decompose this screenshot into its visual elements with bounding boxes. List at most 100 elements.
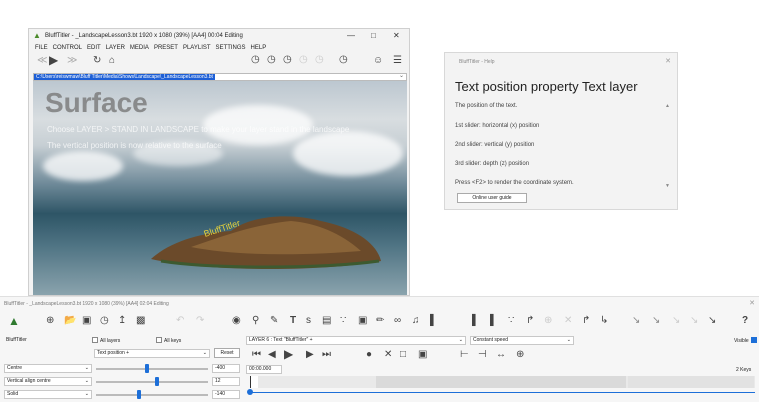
- key-move-icon[interactable]: ⊕: [516, 349, 524, 361]
- close-button[interactable]: ✕: [393, 31, 400, 40]
- speed-dropdown[interactable]: Constant speed ⌄: [470, 336, 574, 345]
- minimize-button[interactable]: —: [347, 31, 355, 40]
- paste-key-icon[interactable]: ▣: [418, 349, 427, 361]
- audio-icon[interactable]: ♫: [412, 315, 420, 327]
- delete-layer-icon[interactable]: ✕: [564, 315, 572, 327]
- all-keys-checkbox[interactable]: [156, 337, 162, 343]
- refresh-icon[interactable]: ↻: [93, 55, 101, 67]
- redo-icon[interactable]: ↷: [196, 315, 204, 327]
- all-layers-checkbox[interactable]: [92, 337, 98, 343]
- menu-playlist[interactable]: PLAYLIST: [183, 45, 211, 51]
- play-icon[interactable]: ▶: [49, 54, 58, 66]
- align-dropdown-2[interactable]: Vertical align centre ⌄: [4, 377, 92, 386]
- picture-layer-icon[interactable]: ▤: [322, 315, 331, 327]
- clock-icon[interactable]: ◷: [100, 315, 109, 327]
- layer-down-icon[interactable]: ▌: [472, 315, 479, 327]
- help-close-button[interactable]: ✕: [665, 57, 671, 65]
- align-icon-2[interactable]: ↳: [600, 315, 608, 327]
- visible-checkbox[interactable]: [751, 337, 757, 343]
- path-field[interactable]: C:\Users\reiswmaw\Bluff Titler\Media\Sho…: [33, 73, 407, 81]
- parent-icon[interactable]: ∵: [508, 315, 514, 327]
- next-key-icon[interactable]: ▶: [306, 349, 314, 361]
- x-slider-track[interactable]: [96, 368, 208, 370]
- go-to-end-icon[interactable]: ⏭: [322, 349, 331, 361]
- delete-key-icon[interactable]: ✕: [384, 349, 392, 361]
- menu-control[interactable]: CONTROL: [53, 45, 82, 51]
- menu-preset[interactable]: PRESET: [154, 45, 178, 51]
- y-slider-track[interactable]: [96, 381, 208, 383]
- layer-name-field[interactable]: BluffTitler: [4, 337, 90, 346]
- camera-icon[interactable]: ◉: [232, 315, 241, 327]
- open-icon[interactable]: 📂: [64, 315, 76, 327]
- time-slider-track[interactable]: [250, 392, 755, 393]
- layer-up-icon[interactable]: ▌: [490, 315, 497, 327]
- property-dropdown[interactable]: Text position + ⌄: [94, 349, 210, 358]
- child-icon[interactable]: ↱: [526, 315, 534, 327]
- previous-icon[interactable]: ≪: [37, 55, 47, 67]
- align-icon-1[interactable]: ↱: [582, 315, 590, 327]
- timer-2-icon[interactable]: ◷: [267, 54, 276, 66]
- film-icon[interactable]: ▩: [136, 315, 145, 327]
- x-slider-thumb[interactable]: [144, 364, 149, 373]
- align-dropdown-1[interactable]: Centre ⌄: [4, 364, 92, 373]
- link-icon[interactable]: ∞: [394, 315, 401, 327]
- key-icon-4[interactable]: ↘: [690, 315, 698, 327]
- menu-edit[interactable]: EDIT: [87, 45, 101, 51]
- export-icon[interactable]: ↥: [118, 315, 126, 327]
- time-field[interactable]: 00:00.000: [246, 365, 282, 374]
- light-icon[interactable]: ⚲: [252, 315, 259, 327]
- online-user-guide-button[interactable]: Online user guide: [457, 193, 527, 203]
- timer-3-icon[interactable]: ◷: [283, 54, 292, 66]
- timer-6-icon[interactable]: ◷: [339, 54, 348, 66]
- previous-key-icon[interactable]: ◀: [268, 349, 276, 361]
- timer-5-icon[interactable]: ◷: [315, 54, 324, 66]
- home-icon[interactable]: ⌂: [109, 55, 115, 67]
- menu-media[interactable]: MEDIA: [130, 45, 149, 51]
- users-icon[interactable]: ☺: [373, 55, 383, 67]
- key-icon-3[interactable]: ↘: [672, 315, 680, 327]
- play-button-icon[interactable]: ▶: [284, 348, 293, 360]
- menu-file[interactable]: FILE: [35, 45, 48, 51]
- save-icon[interactable]: ▣: [82, 315, 91, 327]
- z-slider-thumb[interactable]: [137, 390, 142, 399]
- path-dropdown-icon[interactable]: ⌄: [399, 72, 404, 79]
- paint-icon[interactable]: ✎: [270, 315, 278, 327]
- menu-layer[interactable]: LAYER: [106, 45, 125, 51]
- next-icon[interactable]: ≫: [67, 55, 77, 67]
- z-slider-track[interactable]: [96, 394, 208, 396]
- add-key-icon[interactable]: ●: [366, 349, 372, 361]
- key-icon-1[interactable]: ↘: [632, 315, 640, 327]
- timeline[interactable]: [250, 376, 755, 388]
- time-slider-thumb[interactable]: [247, 389, 253, 395]
- hamburger-menu-icon[interactable]: ☰: [393, 55, 402, 67]
- layer-select-dropdown[interactable]: LAYER 6 : Text "BluffTitler" + ⌄: [246, 336, 466, 345]
- menu-help[interactable]: HELP: [251, 45, 267, 51]
- key-end-icon[interactable]: ⊣: [478, 349, 487, 361]
- scroll-up-icon[interactable]: ▲: [665, 103, 670, 109]
- help-scrollbar[interactable]: ▲ ▼: [665, 103, 670, 191]
- key-stretch-icon[interactable]: ↔: [496, 349, 506, 361]
- key-icon-2[interactable]: ↘: [652, 315, 660, 327]
- go-to-start-icon[interactable]: ⏮: [252, 349, 261, 361]
- key-start-icon[interactable]: ⊢: [460, 349, 469, 361]
- add-layer-icon[interactable]: ⊕: [46, 315, 54, 327]
- timer-1-icon[interactable]: ◷: [251, 54, 260, 66]
- undo-icon[interactable]: ↶: [176, 315, 184, 327]
- y-value-field[interactable]: 12: [212, 377, 240, 386]
- copy-key-icon[interactable]: □: [400, 349, 406, 361]
- cube-icon[interactable]: ▣: [358, 315, 367, 327]
- scroll-down-icon[interactable]: ▼: [665, 183, 670, 189]
- timer-4-icon[interactable]: ◷: [299, 54, 308, 66]
- text-layer-icon[interactable]: T: [290, 315, 296, 327]
- reset-button[interactable]: Reset: [214, 348, 240, 358]
- control-panel-close-button[interactable]: ✕: [749, 299, 755, 307]
- pen-icon[interactable]: ✏: [376, 315, 384, 327]
- z-value-field[interactable]: -140: [212, 390, 240, 399]
- maximize-button[interactable]: □: [371, 31, 376, 40]
- key-icon-5[interactable]: ↘: [708, 315, 716, 327]
- style-dropdown[interactable]: Solid ⌄: [4, 390, 92, 399]
- help-icon[interactable]: ?: [742, 315, 748, 327]
- shape-layer-icon[interactable]: s: [306, 315, 311, 327]
- y-slider-thumb[interactable]: [155, 377, 160, 386]
- particles-icon[interactable]: ∵: [340, 315, 346, 327]
